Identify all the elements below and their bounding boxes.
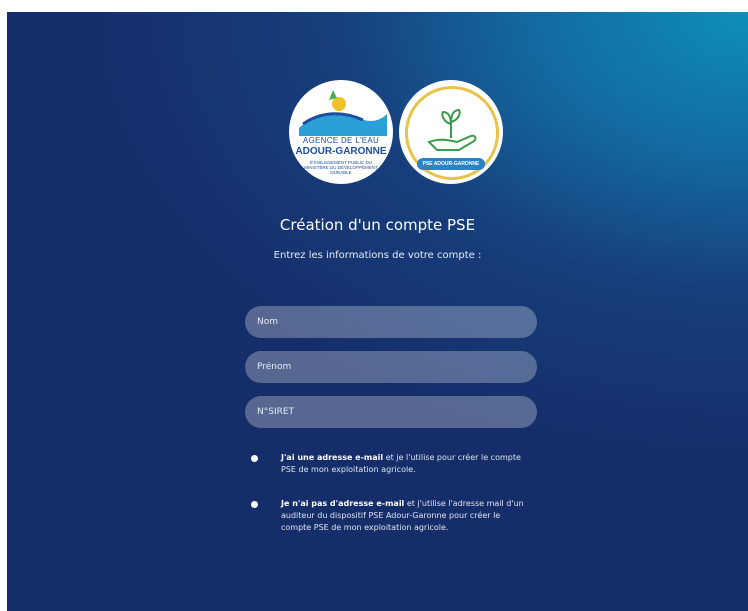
logos: AGENCE DE L'EAU ADOUR-GARONNE Établissem… [289,80,509,190]
page-title: Création d'un compte PSE [279,216,476,234]
prenom-input[interactable] [245,351,537,383]
agence-eau-logo: AGENCE DE L'EAU ADOUR-GARONNE Établissem… [289,80,393,184]
agence-line2: ADOUR-GARONNE [295,146,387,157]
nom-input[interactable] [245,306,537,338]
pse-adour-garonne-logo: PSE ADOUR-GARONNE [399,80,503,184]
option-no-email-text: Je n'ai pas d'adresse e-mail et j'utilis… [281,498,531,534]
option-no-email-bold: Je n'ai pas d'adresse e-mail [281,499,405,508]
pse-logo-banner: PSE ADOUR-GARONNE [417,158,485,170]
agence-line1: AGENCE DE L'EAU [302,136,380,145]
option-has-email-text: J'ai une adresse e-mail et je l'utilise … [281,452,531,476]
page-subtitle: Entrez les informations de votre compte … [273,250,482,261]
radio-no-email[interactable] [251,501,258,508]
agence-line3: Établissement public du ministère du dév… [304,160,378,175]
agence-wave-icon [299,90,387,136]
registration-panel: AGENCE DE L'EAU ADOUR-GARONNE Établissem… [7,12,748,611]
radio-has-email[interactable] [251,455,258,462]
siret-input[interactable] [245,396,537,428]
option-has-email-bold: J'ai une adresse e-mail [281,453,384,462]
